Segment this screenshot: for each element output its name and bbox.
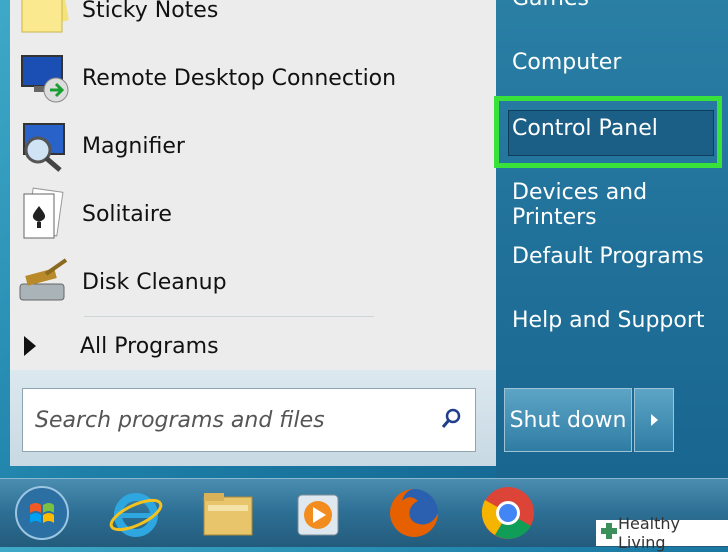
watermark-text: Healthy Living (618, 514, 681, 552)
program-item-sticky-notes[interactable]: Sticky Notes (16, 0, 486, 40)
search-icon[interactable] (441, 407, 463, 433)
program-label: Remote Desktop Connection (82, 65, 397, 91)
internet-explorer-icon[interactable] (106, 483, 166, 543)
program-item-magnifier[interactable]: Magnifier (16, 116, 486, 176)
disk-cleanup-icon (16, 254, 72, 310)
firefox-icon[interactable] (384, 483, 444, 543)
places-item-devices-and-printers[interactable]: Devices and Printers (512, 180, 728, 230)
remote-desktop-icon (16, 50, 72, 106)
shut-down-label: Shut down (509, 407, 627, 433)
program-item-remote-desktop[interactable]: Remote Desktop Connection (16, 48, 486, 108)
watermark: Healthy Living (596, 514, 728, 552)
sticky-notes-icon (16, 0, 72, 38)
search-input[interactable]: Search programs and files (22, 388, 476, 452)
places-item-games[interactable]: Games (512, 0, 589, 11)
shut-down-options-button[interactable] (634, 388, 674, 452)
solitaire-icon (16, 186, 72, 242)
menu-separator (84, 316, 374, 317)
places-item-control-panel[interactable]: Control Panel (512, 116, 658, 141)
shut-down-button[interactable]: Shut down (504, 388, 632, 452)
magnifier-icon (16, 118, 72, 174)
program-label: Magnifier (82, 133, 185, 159)
start-orb-icon[interactable] (12, 483, 72, 543)
file-explorer-icon[interactable] (198, 483, 258, 543)
chrome-icon[interactable] (478, 483, 538, 543)
all-programs-button[interactable]: All Programs (18, 328, 219, 364)
start-menu: Sticky Notes Remote Desktop Connection M… (0, 0, 728, 478)
chevron-right-icon (650, 414, 658, 426)
search-placeholder: Search programs and files (35, 407, 325, 433)
program-label: Disk Cleanup (82, 269, 227, 295)
places-item-default-programs[interactable]: Default Programs (512, 244, 704, 269)
places-item-computer[interactable]: Computer (512, 50, 621, 75)
media-player-icon[interactable] (288, 483, 348, 543)
all-programs-label: All Programs (80, 333, 219, 359)
expand-arrow-icon (24, 336, 36, 356)
program-item-disk-cleanup[interactable]: Disk Cleanup (16, 252, 486, 312)
plus-icon (600, 522, 618, 544)
program-item-solitaire[interactable]: Solitaire (16, 184, 486, 244)
program-label: Sticky Notes (82, 0, 219, 23)
program-label: Solitaire (82, 201, 172, 227)
places-item-help-and-support[interactable]: Help and Support (512, 308, 705, 333)
